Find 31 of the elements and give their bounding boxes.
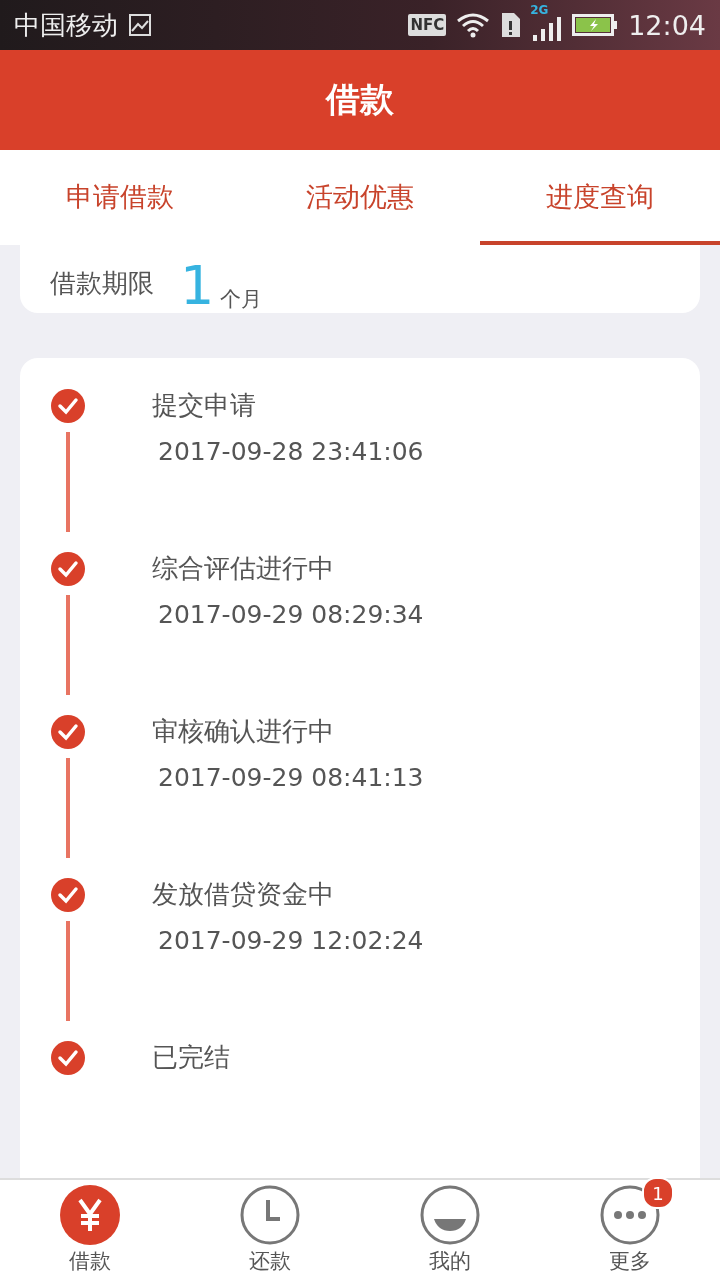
clock-icon bbox=[240, 1185, 300, 1245]
step-title: 发放借贷资金中 bbox=[152, 878, 335, 911]
nav-item[interactable]: 1 更多 bbox=[540, 1180, 720, 1280]
term-label: 借款期限 bbox=[50, 267, 154, 300]
sim-icon bbox=[500, 11, 523, 39]
smile-icon bbox=[420, 1185, 480, 1245]
more-icon bbox=[600, 1185, 660, 1245]
clock-time: 12:04 bbox=[628, 9, 706, 41]
nfc-icon: NFC bbox=[408, 14, 447, 36]
battery-icon bbox=[572, 12, 619, 38]
image-icon bbox=[128, 13, 152, 37]
notification-badge: 1 bbox=[642, 1177, 674, 1209]
step-title: 综合评估进行中 bbox=[152, 552, 335, 585]
term-unit: 个月 bbox=[220, 286, 263, 313]
step-time: 2017-09-29 12:02:24 bbox=[158, 926, 424, 955]
page-title: 借款 bbox=[326, 78, 394, 121]
step-time: 2017-09-29 08:41:13 bbox=[158, 763, 424, 792]
term-value: 1 bbox=[180, 259, 215, 313]
step-title: 已完结 bbox=[152, 1041, 230, 1074]
nav-item[interactable]: 我的 bbox=[360, 1180, 540, 1280]
step-title: 提交申请 bbox=[152, 389, 257, 422]
yen-icon bbox=[60, 1185, 120, 1245]
signal-icon bbox=[532, 15, 563, 41]
network-type: 2G bbox=[530, 3, 549, 17]
carrier-name: 中国移动 bbox=[14, 8, 118, 42]
step-title: 审核确认进行中 bbox=[152, 715, 335, 748]
nav-item[interactable]: 还款 bbox=[180, 1180, 360, 1280]
nav-item[interactable]: 借款 bbox=[0, 1180, 180, 1280]
wifi-icon bbox=[456, 12, 491, 38]
step-time: 2017-09-28 23:41:06 bbox=[158, 437, 424, 466]
step-time: 2017-09-29 08:29:34 bbox=[158, 600, 424, 629]
